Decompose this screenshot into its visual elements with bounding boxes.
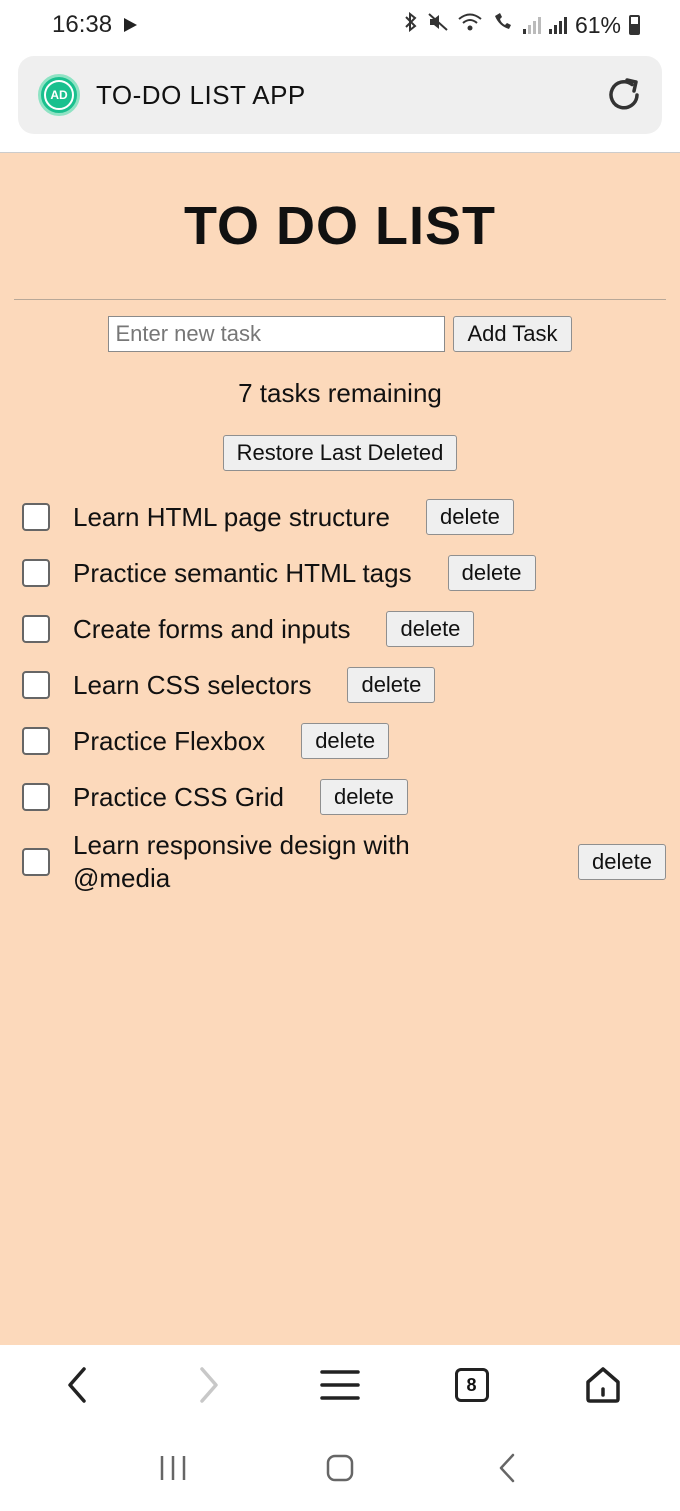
- recent-apps-icon[interactable]: [146, 1441, 200, 1495]
- task-label: Create forms and inputs: [73, 613, 351, 644]
- task-label: Learn responsive design with @media: [73, 830, 410, 893]
- task-item: Practice Flexbox delete: [22, 713, 666, 769]
- add-task-button[interactable]: Add Task: [453, 316, 572, 352]
- wifi-call-icon: [491, 12, 515, 38]
- task-item: Practice semantic HTML tags delete: [22, 545, 666, 601]
- delete-task-button[interactable]: delete: [425, 499, 514, 535]
- status-bar: 16:38 61%: [0, 0, 680, 50]
- new-task-input[interactable]: [108, 316, 446, 352]
- task-label: Practice semantic HTML tags: [73, 557, 412, 588]
- home-icon[interactable]: [576, 1358, 630, 1412]
- tabs-icon[interactable]: 8: [445, 1358, 499, 1412]
- bluetooth-icon: [403, 11, 419, 38]
- status-icons: 61%: [403, 12, 640, 39]
- task-checkbox[interactable]: [22, 615, 50, 643]
- wifi-icon: [457, 12, 483, 38]
- task-checkbox[interactable]: [22, 559, 50, 587]
- browser-toolbar: 8: [0, 1345, 680, 1425]
- site-logo-text: AD: [44, 80, 74, 110]
- menu-icon[interactable]: [313, 1358, 367, 1412]
- home-button-icon[interactable]: [313, 1441, 367, 1495]
- status-time: 16:38: [52, 11, 113, 38]
- task-item: Learn CSS selectors delete: [22, 657, 666, 713]
- back-icon[interactable]: [50, 1358, 104, 1412]
- restore-last-deleted-button[interactable]: Restore Last Deleted: [222, 435, 458, 471]
- restore-row: Restore Last Deleted: [0, 435, 680, 471]
- task-checkbox[interactable]: [22, 783, 50, 811]
- delete-task-button[interactable]: delete: [319, 779, 408, 815]
- browser-url-bar[interactable]: AD TO-DO LIST APP: [18, 56, 662, 134]
- task-checkbox[interactable]: [22, 848, 50, 876]
- mute-icon: [427, 12, 449, 38]
- status-time-group: 16:38: [52, 11, 138, 39]
- system-nav-bar: [0, 1425, 680, 1511]
- page-heading: TO DO LIST: [183, 196, 496, 256]
- delete-task-button[interactable]: delete: [578, 844, 666, 880]
- divider: [14, 299, 666, 300]
- system-back-icon[interactable]: [480, 1441, 534, 1495]
- task-item: Learn HTML page structure delete: [22, 489, 666, 545]
- signal-icon: [522, 16, 541, 34]
- site-logo: AD: [38, 74, 80, 116]
- task-item: Practice CSS Grid delete: [22, 769, 666, 825]
- task-label: Practice Flexbox: [73, 725, 266, 756]
- delete-task-button[interactable]: delete: [347, 667, 436, 703]
- task-item: Create forms and inputs delete: [22, 601, 666, 657]
- task-label: Practice CSS Grid: [73, 781, 284, 812]
- task-list: Learn HTML page structure delete Practic…: [0, 489, 680, 895]
- tab-count: 8: [454, 1368, 489, 1402]
- browser-page-title[interactable]: TO-DO LIST APP: [96, 80, 306, 111]
- battery-percent: 61%: [574, 11, 621, 38]
- reload-icon[interactable]: [600, 71, 648, 119]
- page-content: TO DO LIST Add Task 7 tasks remaining Re…: [0, 152, 680, 1345]
- task-label: Learn HTML page structure: [73, 501, 390, 532]
- add-task-row: Add Task: [0, 316, 680, 352]
- delete-task-button[interactable]: delete: [447, 555, 536, 591]
- task-label: Learn CSS selectors: [73, 669, 312, 700]
- battery-icon: [629, 15, 640, 35]
- forward-icon[interactable]: [182, 1358, 236, 1412]
- play-icon: [124, 18, 138, 32]
- signal-icon: [548, 16, 567, 34]
- tasks-remaining: 7 tasks remaining: [238, 378, 442, 408]
- task-checkbox[interactable]: [22, 671, 50, 699]
- delete-task-button[interactable]: delete: [386, 611, 475, 647]
- task-item: Learn responsive design with @media dele…: [22, 829, 666, 895]
- task-checkbox[interactable]: [22, 727, 50, 755]
- delete-task-button[interactable]: delete: [301, 723, 390, 759]
- task-checkbox[interactable]: [22, 503, 50, 531]
